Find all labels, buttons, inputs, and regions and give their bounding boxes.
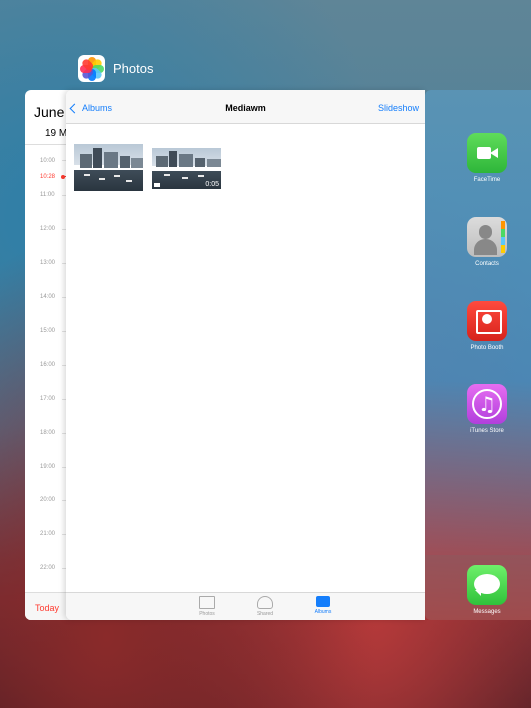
tab-photos[interactable]: Photos (187, 596, 227, 617)
app-switcher-header: Photos (78, 55, 153, 82)
video-thumbnail[interactable]: 0:05 (152, 148, 221, 189)
messages-icon (467, 565, 507, 605)
app-name-label: Photos (113, 61, 154, 76)
dock-bottom-area: Messages (425, 555, 531, 620)
tab-label: Photos (199, 611, 215, 617)
dock-item-label: FaceTime (473, 177, 501, 183)
hour-label: 12:00 (40, 226, 56, 232)
albums-icon (316, 596, 330, 607)
dock-item-label: Messages (473, 609, 501, 615)
dock-item-label: Contacts (475, 261, 499, 267)
tab-bar: Photos Shared Albums (66, 592, 425, 620)
hour-label: 11:00 (40, 192, 55, 198)
calendar-month: June (34, 104, 65, 120)
app-dock: FaceTime Contacts Photo Booth ♫ iTunes S… (425, 90, 531, 620)
current-time-label: 10:28 (40, 174, 56, 180)
tab-label: Shared (256, 611, 274, 617)
album-title: Mediawm (225, 103, 266, 113)
dock-item-facetime[interactable]: FaceTime (467, 133, 507, 183)
facetime-icon (467, 133, 507, 173)
dock-item-messages[interactable]: Messages (467, 565, 507, 615)
hour-label: 17:00 (40, 396, 56, 402)
today-button[interactable]: Today (35, 603, 59, 613)
hour-label: 16:00 (40, 362, 56, 368)
photos-app-icon[interactable] (78, 55, 105, 82)
hour-label: 20:00 (40, 497, 56, 503)
video-camera-icon (154, 183, 160, 187)
dock-item-itunes-store[interactable]: ♫ iTunes Store (467, 384, 507, 434)
contacts-icon (467, 217, 507, 257)
calendar-day: 19 M (45, 128, 68, 139)
photo-booth-icon (467, 301, 507, 341)
hour-label: 10:00 (40, 158, 56, 164)
hour-label: 15:00 (40, 328, 56, 334)
video-duration: 0:05 (205, 181, 219, 188)
photo-thumbnail[interactable] (74, 144, 143, 191)
dock-item-label: Photo Booth (470, 345, 504, 351)
tab-albums[interactable]: Albums (303, 596, 343, 615)
navigation-bar: Albums Mediawm Slideshow (66, 90, 425, 124)
slideshow-button[interactable]: Slideshow (378, 103, 419, 113)
photos-tab-icon (199, 596, 215, 609)
photos-app-card[interactable]: Albums Mediawm Slideshow 0:05 Photos Sha… (66, 90, 425, 620)
cloud-icon (257, 596, 273, 609)
tab-shared[interactable]: Shared (245, 596, 285, 617)
dock-item-contacts[interactable]: Contacts (467, 217, 507, 267)
hour-label: 21:00 (40, 531, 56, 537)
hour-label: 22:00 (40, 565, 56, 571)
hour-label: 19:00 (40, 464, 56, 470)
dock-item-photo-booth[interactable]: Photo Booth (467, 301, 507, 351)
tab-label: Albums (314, 609, 332, 615)
dock-item-label: iTunes Store (470, 428, 504, 434)
hour-label: 14:00 (40, 294, 56, 300)
hour-label: 18:00 (40, 430, 56, 436)
hour-label: 13:00 (40, 260, 56, 266)
itunes-store-icon: ♫ (467, 384, 507, 424)
